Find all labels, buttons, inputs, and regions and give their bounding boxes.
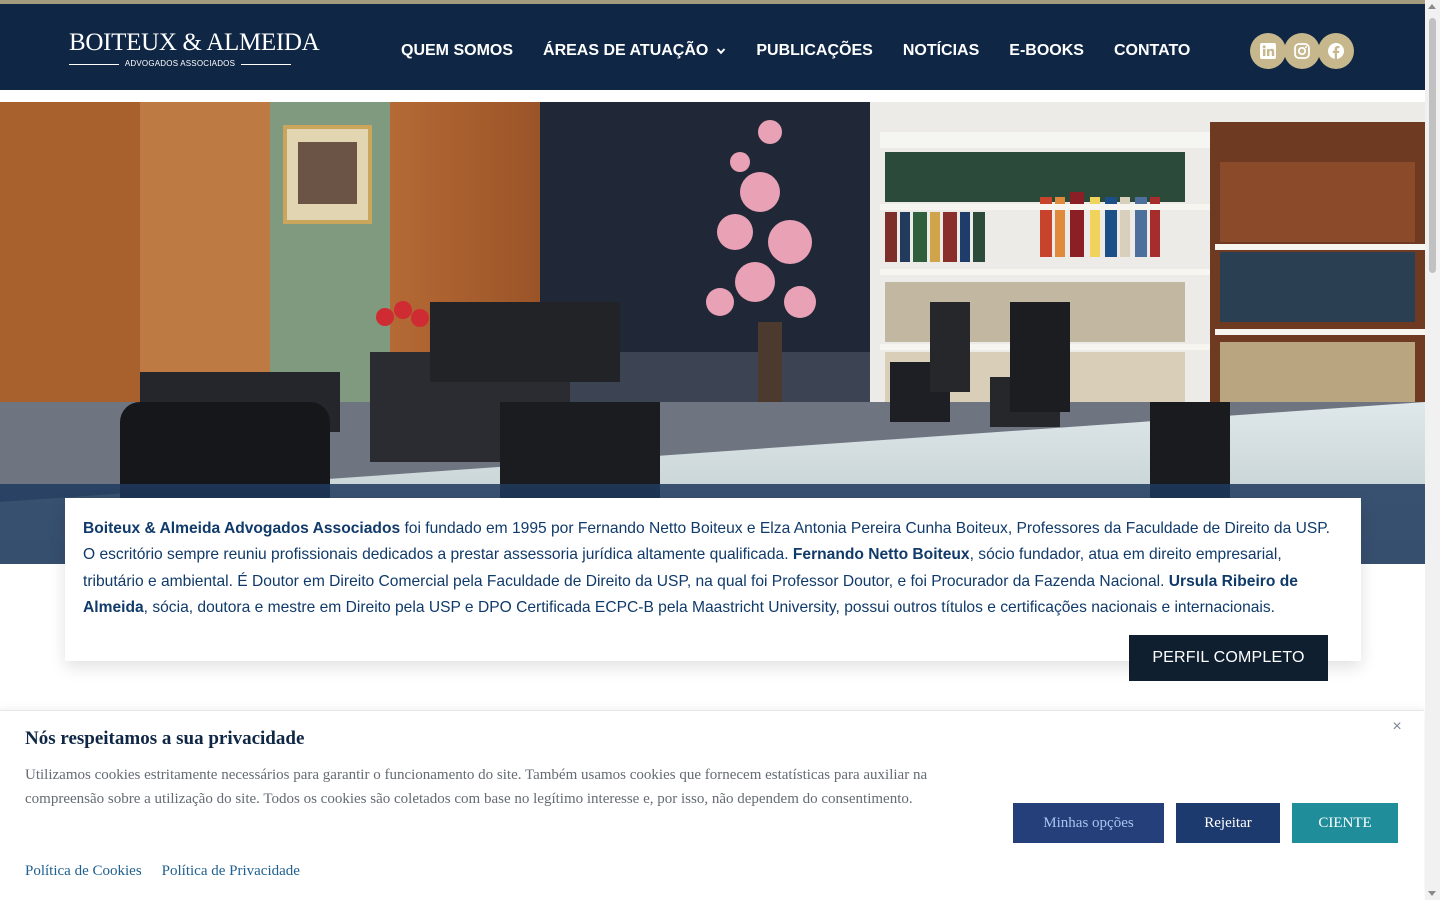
logo-rule-left xyxy=(69,63,119,65)
scroll-up-icon[interactable] xyxy=(1428,4,1436,9)
nav-noticias[interactable]: NOTÍCIAS xyxy=(903,42,979,60)
office-photo xyxy=(0,102,1425,564)
linkedin-link[interactable] xyxy=(1250,33,1286,69)
instagram-icon xyxy=(1294,43,1310,59)
scrollbar-thumb[interactable] xyxy=(1429,18,1436,273)
partner-fernando: Fernando Netto Boiteux xyxy=(792,546,970,564)
cookie-policy-link[interactable]: Política de Cookies xyxy=(25,863,142,880)
nav-areas-de-atuacao[interactable]: ÁREAS DE ATUAÇÃO xyxy=(543,42,726,60)
nav-publicacoes[interactable]: PUBLICAÇÕES xyxy=(756,42,872,60)
my-options-button[interactable]: Minhas opções xyxy=(1013,803,1164,843)
site-logo[interactable]: BOITEUX & ALMEIDA ADVOGADOS ASSOCIADOS xyxy=(69,29,320,70)
main-nav: QUEM SOMOS ÁREAS DE ATUAÇÃO PUBLICAÇÕES … xyxy=(401,41,1190,61)
nav-contato[interactable]: CONTATO xyxy=(1114,42,1190,60)
close-icon[interactable]: × xyxy=(1389,719,1405,735)
facebook-link[interactable] xyxy=(1318,33,1354,69)
reject-button[interactable]: Rejeitar xyxy=(1176,803,1280,843)
firm-name: Boiteux & Almeida Advogados Associados xyxy=(83,520,401,537)
scroll-down-icon[interactable] xyxy=(1428,891,1436,896)
privacy-policy-link[interactable]: Política de Privacidade xyxy=(162,863,300,880)
facebook-icon xyxy=(1328,43,1344,59)
linkedin-icon xyxy=(1260,43,1276,59)
site-header: BOITEUX & ALMEIDA ADVOGADOS ASSOCIADOS Q… xyxy=(0,4,1425,90)
logo-wordmark: BOITEUX & ALMEIDA xyxy=(69,29,320,56)
nav-quem-somos[interactable]: QUEM SOMOS xyxy=(401,42,513,60)
hero-office-image xyxy=(0,102,1425,564)
cookie-banner: Nós respeitamos a sua privacidade × Util… xyxy=(0,710,1424,900)
intro-card: Boiteux & Almeida Advogados Associados f… xyxy=(65,498,1361,681)
cookie-title: Nós respeitamos a sua privacidade xyxy=(25,728,305,749)
full-profile-button[interactable]: PERFIL COMPLETO xyxy=(1129,635,1328,681)
chevron-down-icon xyxy=(717,48,726,55)
logo-subtitle: ADVOGADOS ASSOCIADOS xyxy=(124,59,236,68)
intro-text: Boiteux & Almeida Advogados Associados f… xyxy=(83,520,1330,616)
page-scrollbar[interactable] xyxy=(1425,0,1440,900)
instagram-link[interactable] xyxy=(1284,33,1320,69)
accept-button[interactable]: CIENTE xyxy=(1292,803,1398,843)
nav-e-books[interactable]: E-BOOKS xyxy=(1009,42,1084,60)
logo-rule-right xyxy=(241,63,291,65)
cookie-description: Utilizamos cookies estritamente necessár… xyxy=(25,767,928,807)
